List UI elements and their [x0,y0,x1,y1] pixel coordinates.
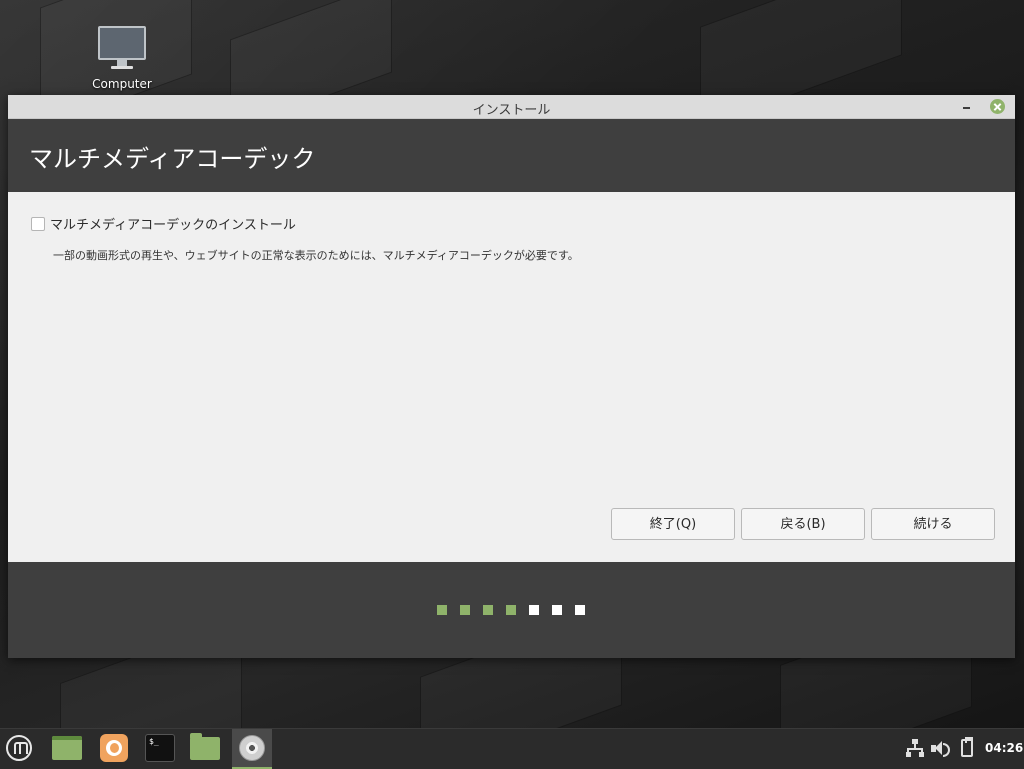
terminal-icon: $_ [145,734,175,762]
file-manager-icon [190,733,220,760]
quit-button[interactable]: 終了(Q) [611,508,735,540]
step-dot-completed [460,605,470,615]
taskbar-menu-button[interactable] [0,729,40,769]
taskbar: $_ 04:26 [0,728,1024,769]
desktop-icon-label: Computer [92,77,152,91]
window-titlebar[interactable]: インストール [8,95,1015,119]
clock[interactable]: 04:26 [985,741,1023,755]
mint-menu-icon [6,735,32,761]
main-content: マルチメディアコーデックのインストール 一部の動画形式の再生や、ウェブサイトの正… [8,192,1015,562]
desktop-icon-computer[interactable]: Computer [84,24,160,91]
continue-button[interactable]: 続ける [871,508,995,540]
volume-icon[interactable] [931,741,951,757]
computer-icon-base [111,66,133,69]
step-progress-dots [437,605,598,615]
step-dot-pending [529,605,539,615]
clipboard-icon[interactable] [961,737,973,757]
computer-icon [98,26,146,60]
back-button[interactable]: 戻る(B) [741,508,865,540]
taskbar-show-desktop[interactable] [46,729,86,769]
taskbar-file-manager[interactable] [186,729,226,769]
install-codecs-description: 一部の動画形式の再生や、ウェブサイトの正常な表示のためには、マルチメディアコーデ… [53,249,579,262]
step-dot-pending [552,605,562,615]
page-header: マルチメディアコーデック [8,119,1015,192]
installer-disc-icon [239,735,265,761]
window-title: インストール [472,103,551,118]
taskbar-terminal[interactable]: $_ [140,729,180,769]
step-dot-completed [506,605,516,615]
page-title: マルチメディアコーデック [29,145,316,173]
show-desktop-icon [52,736,82,760]
step-dot-pending [575,605,585,615]
network-icon[interactable] [906,739,924,757]
install-codecs-option[interactable]: マルチメディアコーデックのインストール [31,214,296,233]
step-progress-band [8,562,1015,658]
close-icon[interactable] [990,99,1005,114]
taskbar-installer[interactable] [232,729,272,769]
install-codecs-checkbox[interactable] [31,216,45,231]
minimize-icon[interactable] [959,98,975,114]
taskbar-firefox[interactable] [94,729,134,769]
install-codecs-label[interactable]: マルチメディアコーデックのインストール [50,214,296,233]
step-dot-completed [483,605,493,615]
installer-window: インストール マルチメディアコーデック マルチメディアコーデックのインストール … [8,95,1015,658]
firefox-icon [100,734,128,762]
step-dot-completed [437,605,447,615]
terminal-glyph: $_ [149,737,159,746]
